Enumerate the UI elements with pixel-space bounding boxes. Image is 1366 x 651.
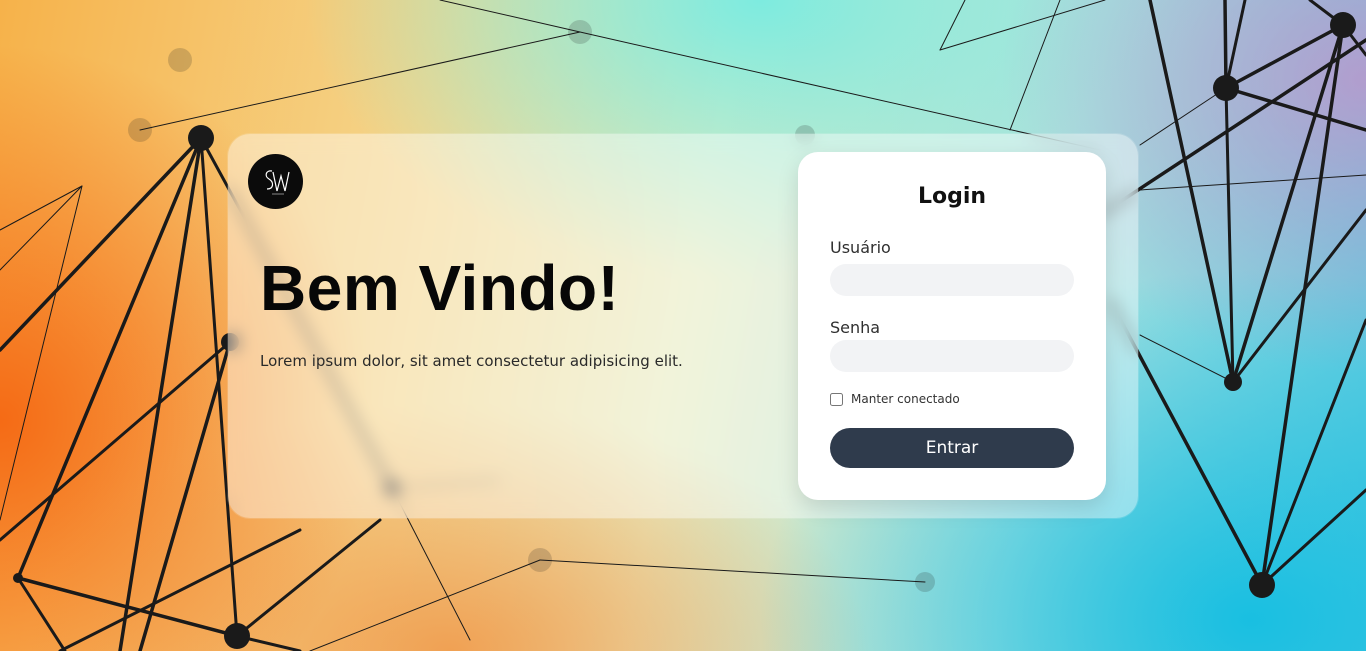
password-label: Senha: [830, 318, 881, 337]
remember-label: Manter conectado: [851, 392, 960, 406]
username-input[interactable]: [830, 264, 1074, 296]
welcome-panel: Bem Vindo! Lorem ipsum dolor, sit amet c…: [228, 134, 1138, 518]
brand-logo: [248, 154, 303, 209]
remember-me[interactable]: Manter conectado: [830, 392, 960, 406]
password-input[interactable]: [830, 340, 1074, 372]
username-label: Usuário: [830, 238, 891, 257]
welcome-subtitle: Lorem ipsum dolor, sit amet consectetur …: [260, 352, 683, 370]
login-button[interactable]: Entrar: [830, 428, 1074, 468]
login-card: Login Usuário Senha Manter conectado Ent…: [798, 152, 1106, 500]
remember-checkbox[interactable]: [830, 392, 843, 406]
login-title: Login: [917, 184, 987, 209]
welcome-heading: Bem Vindo!: [260, 252, 620, 324]
